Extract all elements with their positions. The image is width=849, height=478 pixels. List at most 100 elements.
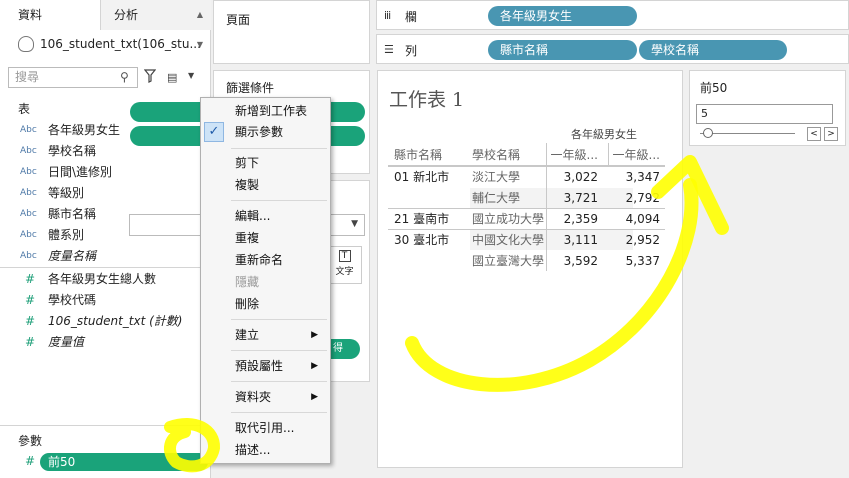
value-cell[interactable]: 3,022 bbox=[544, 167, 598, 187]
search-icon[interactable]: ⚲ bbox=[120, 70, 129, 84]
measure-name: 各年級男女生總人數 bbox=[48, 272, 157, 286]
menu-item[interactable]: 新增到工作表 bbox=[201, 101, 330, 122]
dimension-field[interactable]: Abc 體系別 bbox=[20, 225, 84, 245]
menu-separator bbox=[231, 412, 327, 413]
parameter-slider-thumb[interactable] bbox=[703, 128, 713, 138]
columns-label: 欄 bbox=[405, 10, 418, 24]
column-header[interactable]: 縣市名稱 bbox=[394, 145, 442, 165]
value-cell[interactable]: 3,721 bbox=[544, 188, 598, 208]
menu-item[interactable]: 預設屬性 ▶ bbox=[201, 356, 330, 377]
county-cell[interactable]: 01 新北市 bbox=[394, 167, 449, 187]
value-cell[interactable]: 5,337 bbox=[606, 251, 660, 271]
tab-analysis-label: 分析 bbox=[114, 8, 139, 22]
column-header[interactable]: 一年級... bbox=[544, 145, 598, 165]
school-cell[interactable]: 中國文化大學 bbox=[472, 230, 544, 250]
column-pill[interactable]: 各年級男女生 bbox=[488, 6, 637, 26]
dimension-field[interactable]: Abc 度量名稱 bbox=[20, 246, 96, 266]
datasource-icon bbox=[18, 36, 34, 52]
dimension-field[interactable]: Abc 縣市名稱 bbox=[20, 204, 96, 224]
school-cell[interactable]: 淡江大學 bbox=[472, 167, 520, 187]
dimension-field[interactable]: Abc 日間\進修別 bbox=[20, 162, 112, 182]
column-header[interactable]: 學校名稱 bbox=[472, 145, 520, 165]
menu-item-label: 預設屬性 bbox=[235, 359, 284, 373]
measure-field[interactable]: # 度量值 bbox=[20, 332, 84, 352]
measure-field[interactable]: # 各年級男女生總人數 bbox=[20, 269, 156, 289]
pages-shelf[interactable]: 頁面 bbox=[213, 0, 370, 64]
tab-analysis[interactable]: 分析 ▲ ▼ bbox=[101, 0, 211, 49]
menu-item[interactable]: 描述... bbox=[201, 440, 330, 461]
menu-item-label: 重複 bbox=[235, 231, 260, 245]
dimension-name: 日間\進修別 bbox=[48, 165, 113, 179]
rows-shelf[interactable]: ☰ 列 縣市名稱 學校名稱 bbox=[376, 34, 849, 64]
dimension-name: 縣市名稱 bbox=[48, 207, 97, 221]
menu-separator bbox=[231, 200, 327, 201]
sheet-title[interactable]: 工作表 1 bbox=[389, 85, 464, 112]
measure-header[interactable]: 各年級男女生 bbox=[571, 126, 637, 142]
pane-tabs: 資料 分析 ▲ ▼ bbox=[0, 0, 211, 49]
menu-separator bbox=[231, 148, 327, 149]
search-input[interactable]: 搜尋 bbox=[8, 67, 138, 88]
chevron-down-icon[interactable]: ▼ bbox=[188, 71, 194, 80]
value-cell[interactable]: 2,792 bbox=[606, 188, 660, 208]
menu-item[interactable]: 重新命名 bbox=[201, 250, 330, 271]
menu-item-label: 資料夾 bbox=[235, 390, 272, 404]
worksheet-view[interactable]: 工作表 1 各年級男女生 縣市名稱 學校名稱 一年級... 一年級... 01 新北市 淡… bbox=[377, 70, 683, 468]
divider bbox=[0, 267, 211, 268]
marks-text-button[interactable]: T 文字 bbox=[327, 246, 362, 284]
menu-separator bbox=[231, 319, 327, 320]
menu-item[interactable]: 複製 bbox=[201, 175, 330, 196]
county-cell[interactable]: 21 臺南市 bbox=[394, 209, 449, 229]
dimension-field[interactable]: Abc 學校名稱 bbox=[20, 141, 96, 161]
value-cell[interactable]: 2,952 bbox=[606, 230, 660, 250]
school-cell[interactable]: 輔仁大學 bbox=[472, 188, 520, 208]
next-step-button[interactable]: > bbox=[824, 127, 838, 141]
school-cell[interactable]: 國立臺灣大學 bbox=[472, 251, 544, 271]
columns-shelf[interactable]: iii 欄 各年級男女生 bbox=[376, 0, 849, 30]
menu-item[interactable]: 剪下 bbox=[201, 153, 330, 174]
measure-field[interactable]: #106_student_txt (計數) bbox=[20, 311, 182, 331]
menu-item[interactable]: 刪除 bbox=[201, 294, 330, 315]
menu-item[interactable]: 取代引用... bbox=[201, 418, 330, 439]
prev-step-button[interactable]: < bbox=[807, 127, 821, 141]
dimension-field[interactable]: Abc 各年級男女生 bbox=[20, 120, 120, 140]
menu-item-label: 顯示參數 bbox=[235, 125, 284, 139]
parameter-value-input[interactable]: 5 bbox=[696, 104, 833, 124]
rows-label: 列 bbox=[405, 44, 418, 58]
measure-name: 學校代碼 bbox=[48, 293, 97, 307]
chevron-down-icon: ▼ bbox=[351, 219, 358, 229]
parameter-pill[interactable]: 前50 bbox=[40, 453, 208, 471]
county-cell[interactable]: 30 臺北市 bbox=[394, 230, 449, 250]
menu-item[interactable]: 建立 ▶ bbox=[201, 325, 330, 346]
menu-item[interactable]: 資料夾 ▶ bbox=[201, 387, 330, 408]
number-type-icon: # bbox=[25, 454, 36, 468]
string-type-icon: Abc bbox=[20, 209, 37, 219]
filter-icon[interactable] bbox=[144, 69, 156, 83]
row-pill[interactable]: 縣市名稱 bbox=[488, 40, 637, 60]
tables-header: 表 bbox=[18, 102, 31, 116]
text-icon: T bbox=[338, 250, 351, 262]
menu-item-label: 複製 bbox=[235, 178, 260, 192]
dimension-field[interactable]: Abc 等級別 bbox=[20, 183, 84, 203]
school-cell[interactable]: 國立成功大學 bbox=[472, 209, 544, 229]
datasource-item[interactable]: 106_student_txt(106_stu... bbox=[18, 36, 201, 52]
submenu-arrow-icon: ▶ bbox=[311, 361, 318, 371]
view-list-icon[interactable]: ▤ bbox=[167, 71, 177, 84]
value-cell[interactable]: 4,094 bbox=[606, 209, 660, 229]
value-cell[interactable]: 3,592 bbox=[544, 251, 598, 271]
column-header[interactable]: 一年級... bbox=[606, 145, 660, 165]
number-type-icon: # bbox=[25, 335, 36, 349]
value-cell[interactable]: 2,359 bbox=[544, 209, 598, 229]
value-cell[interactable]: 3,347 bbox=[606, 167, 660, 187]
tab-data[interactable]: 資料 bbox=[0, 0, 101, 30]
menu-item[interactable]: 重複 bbox=[201, 228, 330, 249]
measure-field[interactable]: # 學校代碼 bbox=[20, 290, 96, 310]
parameter-control: 前50 5 < > bbox=[689, 70, 846, 146]
parameter-slider-track[interactable] bbox=[700, 133, 795, 134]
number-type-icon: # bbox=[25, 293, 36, 307]
menu-item[interactable]: 編輯... bbox=[201, 206, 330, 227]
check-icon: ✓ bbox=[204, 122, 224, 142]
value-cell[interactable]: 3,111 bbox=[544, 230, 598, 250]
submenu-arrow-icon: ▶ bbox=[311, 330, 318, 340]
row-pill[interactable]: 學校名稱 bbox=[639, 40, 787, 60]
marks-text-pill[interactable]: 得 bbox=[327, 339, 360, 359]
